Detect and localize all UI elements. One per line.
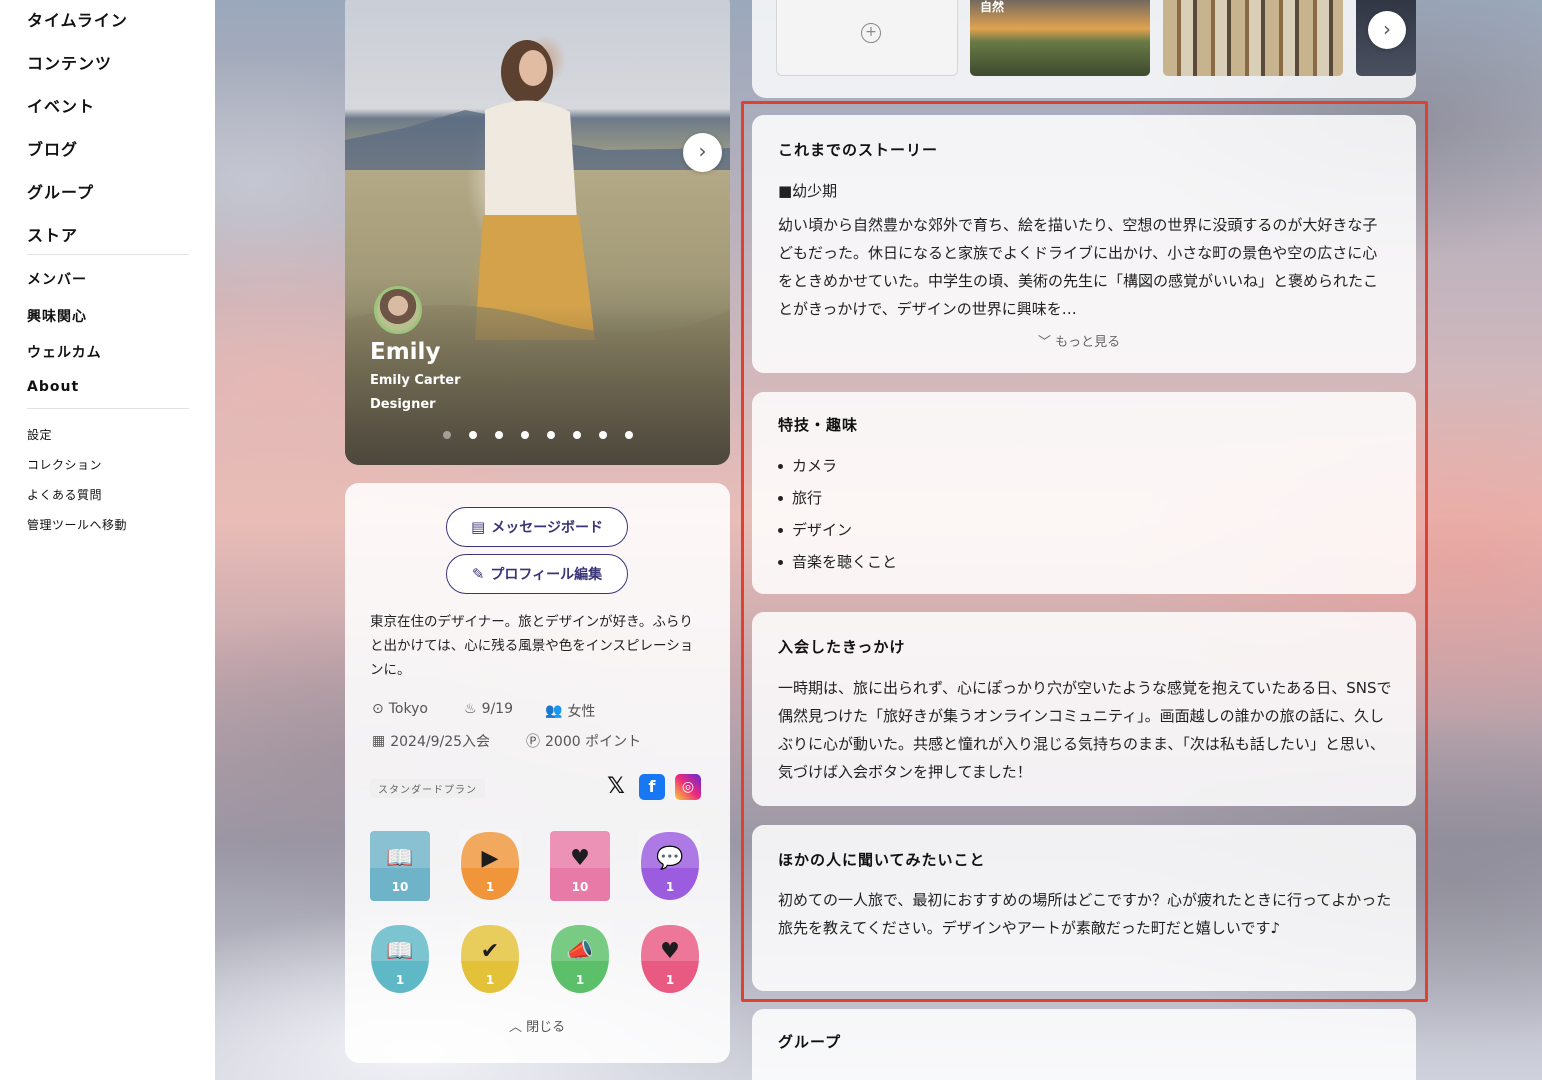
sidebar-divider — [27, 408, 189, 409]
group-panel: グループ — [752, 1009, 1416, 1080]
sidebar-item-faq[interactable]: よくある質問 — [27, 486, 102, 503]
carousel-dot[interactable] — [443, 431, 451, 439]
badge-count: 1 — [485, 880, 495, 894]
birthday-text: 9/19 — [481, 701, 514, 717]
sidebar-item-settings[interactable]: 設定 — [27, 426, 52, 443]
achievement-badge[interactable]: ▶ 1 — [459, 830, 521, 902]
profile-role: Designer — [370, 397, 436, 412]
facebook-icon[interactable]: f — [639, 774, 665, 800]
megaphone-icon: 📣 — [566, 939, 594, 964]
chevron-right-icon[interactable]: › — [1368, 11, 1406, 49]
add-gallery-item-button[interactable]: + — [776, 0, 958, 76]
message-board-button[interactable]: ▤ メッセージボード — [446, 507, 628, 547]
achievement-badge[interactable]: ♥ 1 — [639, 923, 701, 995]
sidebar-item-interests[interactable]: 興味関心 — [27, 306, 87, 326]
achievement-badge[interactable]: ♥ 10 — [549, 830, 611, 902]
carousel-dot[interactable] — [599, 431, 607, 439]
badge-count: 10 — [571, 880, 589, 894]
gallery-thumb-caption: 自然 — [980, 0, 1005, 14]
badge-count: 1 — [665, 973, 675, 987]
close-label: 閉じる — [526, 1020, 566, 1035]
heart-icon: ♥ — [660, 939, 680, 964]
x-twitter-icon[interactable]: 𝕏 — [603, 774, 629, 800]
calendar-icon: ▦ — [372, 733, 386, 749]
sidebar-item-store[interactable]: ストア — [27, 222, 78, 246]
carousel-dot[interactable] — [521, 431, 529, 439]
carousel-dots — [443, 431, 633, 439]
edit-profile-button[interactable]: ✎ プロフィール編集 — [446, 554, 628, 594]
profile-photo-carousel[interactable] — [345, 0, 730, 465]
clipboard-icon: ▤ — [471, 518, 486, 536]
carousel-dot[interactable] — [495, 431, 503, 439]
message-board-label: メッセージボード — [491, 520, 603, 536]
joined-meta: ▦ 2024/9/25入会 — [372, 731, 490, 751]
badge-count: 10 — [391, 880, 409, 894]
achievement-badge[interactable]: 📖 1 — [369, 923, 431, 995]
profile-bio: 東京在住のデザイナー。旅とデザインが好き。ふらりと出かけては、心に残る風景や色を… — [370, 614, 694, 678]
carousel-dot[interactable] — [625, 431, 633, 439]
achievement-badge[interactable]: ✔ 1 — [459, 923, 521, 995]
book-icon: 📖 — [386, 939, 414, 964]
sidebar-item-blog[interactable]: ブログ — [27, 136, 78, 160]
achievement-badge[interactable]: 💬 1 — [639, 830, 701, 902]
instagram-icon[interactable]: ◎ — [675, 774, 701, 800]
badge-count: 1 — [665, 880, 675, 894]
plan-badge: スタンダードプラン — [370, 779, 485, 798]
group-title: グループ — [778, 1033, 842, 1051]
video-calendar-icon: ▶ — [481, 846, 499, 871]
carousel-dot[interactable] — [573, 431, 581, 439]
sidebar-item-timeline[interactable]: タイムライン — [27, 7, 128, 31]
joined-text: 2024/9/25入会 — [390, 734, 491, 750]
people-icon: 👥 — [545, 703, 563, 719]
location-pin-icon: ⊙ — [372, 701, 384, 717]
sidebar-item-admin-tools[interactable]: 管理ツールへ移動 — [27, 516, 127, 533]
location-text: Tokyo — [388, 701, 428, 717]
highlight-frame — [741, 101, 1428, 1002]
edit-profile-label: プロフィール編集 — [490, 567, 603, 583]
profile-full-name: Emily Carter — [370, 373, 461, 388]
sidebar-item-events[interactable]: イベント — [27, 93, 95, 117]
sidebar-item-about[interactable]: About — [27, 379, 79, 395]
gallery-thumb-books[interactable] — [1163, 0, 1343, 76]
sidebar-divider — [27, 254, 189, 255]
plus-circle-icon: + — [861, 23, 881, 43]
cake-icon: ♨ — [464, 701, 477, 717]
achievement-badge[interactable]: 📖 10 — [369, 830, 431, 902]
close-link[interactable]: ︿ 閉じる — [509, 1016, 565, 1035]
profile-name: Emily — [370, 339, 441, 365]
sidebar-item-collection[interactable]: コレクション — [27, 456, 102, 473]
badge-count: 1 — [575, 973, 585, 987]
achievement-badge[interactable]: 📣 1 — [549, 923, 611, 995]
points-icon: Ⓟ — [526, 734, 540, 750]
badge-count: 1 — [395, 973, 405, 987]
sidebar: タイムライン コンテンツ イベント ブログ グループ ストア メンバー 興味関心… — [0, 0, 215, 1080]
chevron-up-icon: ︿ — [509, 1020, 523, 1035]
sidebar-item-contents[interactable]: コンテンツ — [27, 50, 112, 74]
avatar[interactable] — [374, 286, 422, 334]
carousel-dot[interactable] — [547, 431, 555, 439]
sidebar-item-welcome[interactable]: ウェルカム — [27, 342, 102, 362]
carousel-dot[interactable] — [469, 431, 477, 439]
gallery-thumb-nature[interactable]: 自然 — [970, 0, 1150, 76]
gender-text: 女性 — [567, 704, 596, 720]
birthday-meta: ♨ 9/19 — [464, 701, 513, 717]
sidebar-item-members[interactable]: メンバー — [27, 269, 87, 289]
chat-icon: 💬 — [656, 846, 684, 871]
chevron-right-icon[interactable]: › — [683, 133, 722, 172]
book-icon: 📖 — [386, 846, 414, 871]
calendar-check-icon: ✔ — [480, 939, 500, 964]
location-meta: ⊙ Tokyo — [372, 701, 428, 717]
heart-icon: ♥ — [570, 846, 590, 871]
points-text: 2000 ポイント — [545, 734, 642, 750]
badge-count: 1 — [485, 973, 495, 987]
gender-meta: 👥 女性 — [545, 701, 595, 721]
points-meta: Ⓟ 2000 ポイント — [526, 731, 641, 751]
sidebar-item-groups[interactable]: グループ — [27, 179, 94, 203]
pencil-icon: ✎ — [471, 565, 485, 583]
